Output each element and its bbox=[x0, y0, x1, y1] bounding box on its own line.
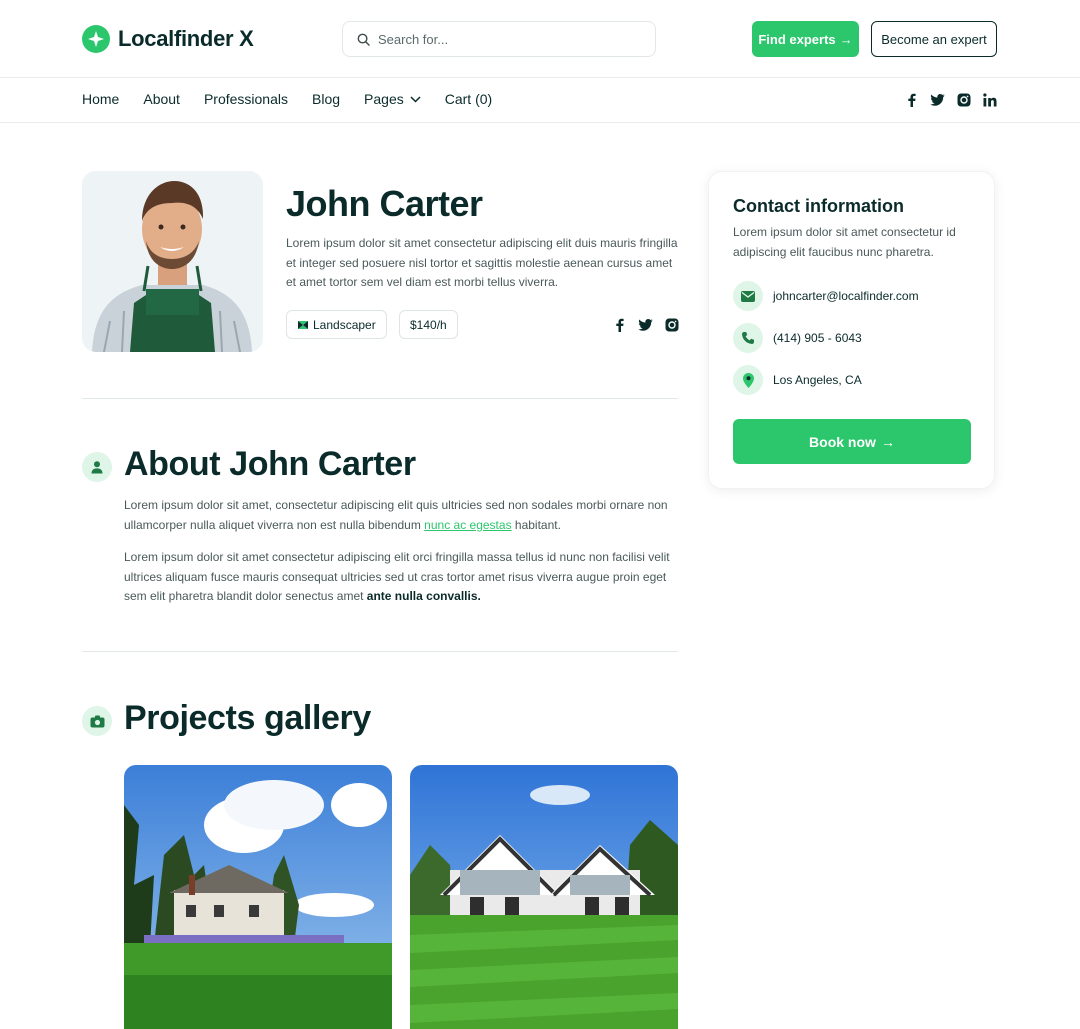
arrow-right-icon: → bbox=[839, 31, 853, 47]
search-bar[interactable] bbox=[342, 21, 656, 57]
logo-icon bbox=[82, 25, 110, 53]
contact-location: Los Angeles, CA bbox=[773, 373, 862, 387]
nav-item-about[interactable]: About bbox=[143, 91, 180, 107]
divider bbox=[82, 651, 678, 652]
nav-item-cart[interactable]: Cart (0) bbox=[445, 91, 492, 107]
contact-description: Lorem ipsum dolor sit amet consectetur i… bbox=[733, 225, 956, 259]
book-now-label: Book now bbox=[809, 433, 876, 450]
facebook-icon[interactable] bbox=[904, 92, 919, 107]
role-label: Landscaper bbox=[313, 317, 376, 332]
camera-icon bbox=[82, 706, 112, 736]
nav-label: Blog bbox=[312, 91, 341, 107]
nav-item-professionals[interactable]: Professionals bbox=[204, 91, 288, 107]
nav-label: About bbox=[143, 91, 180, 107]
nav-bar: Home About Professionals Blog Pages Cart… bbox=[0, 78, 1080, 123]
about-link[interactable]: nunc ac egestas bbox=[424, 518, 511, 532]
rate-tag: $140/h bbox=[399, 310, 458, 339]
logo-text: Localfinder X bbox=[118, 26, 254, 51]
contact-location-row[interactable]: Los Angeles, CA bbox=[733, 365, 862, 395]
about-p2-bold: ante nulla convallis. bbox=[366, 589, 481, 603]
twitter-icon[interactable] bbox=[930, 92, 945, 107]
contact-phone-row[interactable]: (414) 905 - 6043 bbox=[733, 323, 862, 353]
nav-label: Cart (0) bbox=[444, 91, 493, 107]
nav-label: Home bbox=[82, 91, 120, 107]
top-header: Localfinder X Find experts → Become an e… bbox=[0, 0, 1080, 78]
mail-icon bbox=[733, 281, 763, 311]
contact-phone: (414) 905 - 6043 bbox=[773, 331, 862, 345]
become-expert-label: Become an expert bbox=[881, 31, 987, 47]
about-paragraph-2: Lorem ipsum dolor sit amet consectetur a… bbox=[124, 548, 680, 607]
contact-card: Contact information Lorem ipsum dolor si… bbox=[708, 171, 995, 489]
about-p1-end: habitant. bbox=[511, 517, 561, 532]
gallery-title: Projects gallery bbox=[124, 699, 371, 737]
nav-label: Professionals bbox=[203, 91, 288, 107]
user-icon bbox=[82, 452, 112, 482]
header-socials bbox=[904, 92, 997, 107]
about-p1-text: Lorem ipsum dolor sit amet, consectetur … bbox=[124, 498, 668, 532]
profile-photo bbox=[82, 171, 263, 352]
gallery-image-1[interactable] bbox=[124, 765, 392, 1029]
twitter-icon[interactable] bbox=[638, 317, 653, 332]
contact-email-row[interactable]: johncarter@localfinder.com bbox=[733, 281, 919, 311]
role-tag[interactable]: Landscaper bbox=[286, 310, 387, 339]
logo[interactable]: Localfinder X bbox=[82, 25, 254, 53]
divider bbox=[82, 398, 678, 399]
about-title: About John Carter bbox=[124, 445, 416, 483]
search-input[interactable] bbox=[378, 31, 638, 47]
arrow-right-icon: → bbox=[880, 433, 895, 450]
instagram-icon[interactable] bbox=[664, 317, 679, 332]
nav-label: Pages bbox=[364, 91, 404, 107]
rate-label: $140/h bbox=[410, 317, 447, 332]
linkedin-icon[interactable] bbox=[982, 92, 997, 107]
search-icon bbox=[357, 33, 370, 46]
profile-bio: Lorem ipsum dolor sit amet consectetur a… bbox=[286, 236, 678, 289]
contact-title: Contact information bbox=[733, 196, 904, 216]
instagram-icon[interactable] bbox=[956, 92, 971, 107]
chevron-down-icon bbox=[410, 95, 421, 103]
book-now-button[interactable]: Book now → bbox=[733, 419, 971, 464]
nav-item-pages[interactable]: Pages bbox=[364, 91, 421, 107]
profile-socials bbox=[612, 317, 679, 332]
become-expert-button[interactable]: Become an expert bbox=[871, 21, 997, 57]
profile-name: John Carter bbox=[286, 183, 483, 224]
gallery-image-2[interactable] bbox=[410, 765, 678, 1029]
find-experts-button[interactable]: Find experts → bbox=[752, 21, 859, 57]
nav-item-home[interactable]: Home bbox=[82, 91, 119, 107]
facebook-icon[interactable] bbox=[612, 317, 627, 332]
phone-icon bbox=[733, 323, 763, 353]
nav-item-blog[interactable]: Blog bbox=[312, 91, 340, 107]
about-paragraph-1: Lorem ipsum dolor sit amet, consectetur … bbox=[124, 496, 680, 535]
location-pin-icon bbox=[733, 365, 763, 395]
leaf-icon bbox=[298, 320, 308, 329]
main-nav: Home About Professionals Blog Pages Cart… bbox=[82, 91, 492, 107]
contact-email: johncarter@localfinder.com bbox=[773, 289, 919, 303]
find-experts-label: Find experts bbox=[758, 31, 836, 47]
